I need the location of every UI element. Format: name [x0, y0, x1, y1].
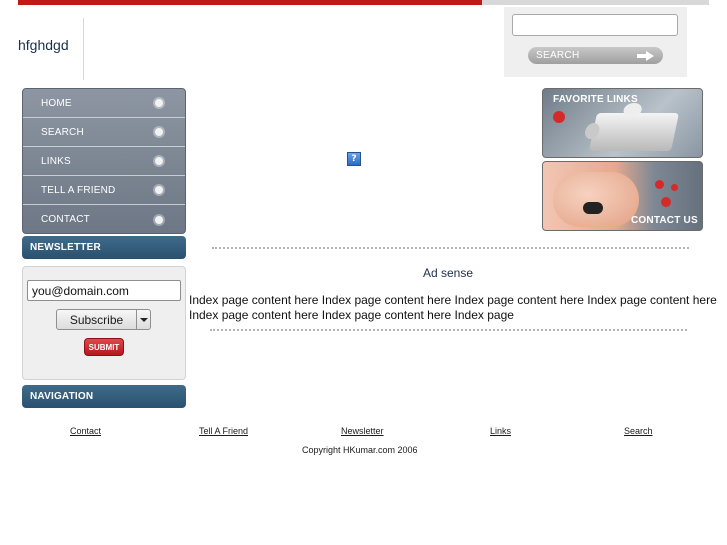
- site-title: hfghdgd: [18, 37, 69, 53]
- arrow-right-icon: [637, 50, 655, 61]
- ad-sense-label: Ad sense: [423, 266, 474, 280]
- bullet-dot-icon: [155, 157, 163, 165]
- footer-link-contact[interactable]: Contact: [70, 426, 101, 436]
- top-accent-bar: [18, 0, 482, 5]
- menu-item-tell-a-friend[interactable]: TELL A FRIEND: [23, 176, 185, 205]
- search-panel: SEARCH: [504, 7, 687, 77]
- dotted-divider-bottom: [210, 329, 687, 331]
- red-dot-icon: [671, 184, 678, 191]
- subscribe-select[interactable]: Subscribe: [56, 309, 151, 330]
- contact-us-banner[interactable]: CONTACT US: [542, 161, 703, 231]
- menu-item-label: TELL A FRIEND: [41, 184, 116, 196]
- smiling-face-icon: [553, 172, 639, 227]
- contact-us-label: CONTACT US: [631, 215, 698, 226]
- bullet-dot-icon: [155, 186, 163, 194]
- submit-button[interactable]: SUBMIT: [84, 338, 124, 356]
- red-dot-icon: [655, 180, 664, 189]
- footer-link-tell-a-friend[interactable]: Tell A Friend: [199, 426, 248, 436]
- bullet-dot-icon: [155, 215, 163, 224]
- main-menu: HOME SEARCH LINKS TELL A FRIEND CONTACT: [22, 88, 186, 234]
- footer-link-links[interactable]: Links: [490, 426, 511, 436]
- red-dot-icon: [661, 197, 671, 207]
- menu-item-links[interactable]: LINKS: [23, 147, 185, 176]
- broken-image-icon: ?: [347, 152, 361, 166]
- menu-item-label: HOME: [41, 97, 72, 109]
- menu-item-label: SEARCH: [41, 126, 84, 138]
- favorite-links-banner[interactable]: FAVORITE LINKS: [542, 88, 703, 158]
- dotted-divider-top: [212, 247, 689, 249]
- copyright: Copyright HKumar.com 2006: [302, 445, 418, 455]
- menu-item-home[interactable]: HOME: [23, 89, 185, 118]
- menu-item-contact[interactable]: CONTACT: [23, 205, 185, 234]
- headset-icon: [583, 202, 603, 214]
- navigation-heading: NAVIGATION: [22, 385, 186, 408]
- search-input[interactable]: [512, 14, 678, 36]
- newsletter-heading: NEWSLETTER: [22, 236, 186, 259]
- newsletter-form: Subscribe SUBMIT: [22, 266, 186, 380]
- menu-item-label: LINKS: [41, 155, 71, 167]
- red-dot-icon: [553, 111, 565, 123]
- footer-link-search[interactable]: Search: [624, 426, 653, 436]
- chevron-down-icon: [136, 310, 150, 329]
- puzzle-piece-icon: [588, 113, 680, 151]
- newsletter-heading-label: NEWSLETTER: [30, 242, 101, 253]
- navigation-heading-label: NAVIGATION: [30, 391, 94, 402]
- favorite-links-label: FAVORITE LINKS: [553, 94, 638, 105]
- menu-item-search[interactable]: SEARCH: [23, 118, 185, 147]
- subscribe-select-value: Subscribe: [69, 312, 124, 327]
- footer-link-newsletter[interactable]: Newsletter: [341, 426, 384, 436]
- page-content: Index page content here Index page conte…: [189, 293, 717, 322]
- header-divider: [83, 18, 84, 80]
- menu-item-label: CONTACT: [41, 214, 90, 225]
- search-button-label: SEARCH: [536, 50, 580, 61]
- bullet-dot-icon: [155, 99, 163, 107]
- search-button[interactable]: SEARCH: [528, 47, 663, 64]
- top-gray-bar: [482, 0, 709, 5]
- bullet-dot-icon: [155, 128, 163, 136]
- email-field[interactable]: [27, 280, 181, 301]
